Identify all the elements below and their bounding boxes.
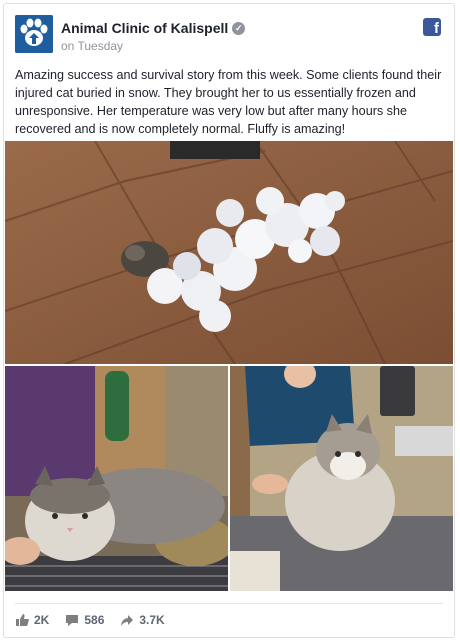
- post-text: Amazing success and survival story from …: [15, 68, 442, 136]
- paw-logo-icon: [15, 15, 53, 53]
- like-count[interactable]: 2K: [15, 613, 49, 627]
- cat-recovered-photo[interactable]: [230, 366, 453, 591]
- share-count[interactable]: 3.7K: [120, 613, 165, 627]
- comment-count[interactable]: 586: [65, 613, 104, 627]
- comment-count-text: 586: [84, 613, 105, 627]
- like-count-text: 2K: [34, 613, 50, 627]
- cat-drying-photo[interactable]: [5, 366, 228, 591]
- post-card: Animal Clinic of Kalispell ✓ on Tuesday …: [3, 3, 455, 638]
- comment-icon: [66, 614, 79, 626]
- engagement-bar: 2K 586 3.7K: [15, 610, 165, 630]
- page-name-text[interactable]: Animal Clinic of Kalispell: [61, 20, 228, 36]
- facebook-logo-icon[interactable]: f: [423, 18, 441, 36]
- action-divider: [15, 603, 443, 604]
- share-arrow-icon: [121, 614, 134, 626]
- frozen-cat-photo[interactable]: [5, 141, 453, 364]
- page-avatar[interactable]: [15, 15, 53, 53]
- thumbs-up-icon: [16, 614, 29, 626]
- verified-check-icon: ✓: [232, 21, 246, 35]
- post-header: Animal Clinic of Kalispell ✓ on Tuesday …: [15, 15, 443, 59]
- share-count-text: 3.7K: [139, 613, 165, 627]
- post-timestamp[interactable]: on Tuesday: [61, 39, 123, 53]
- page-name[interactable]: Animal Clinic of Kalispell ✓: [61, 20, 246, 36]
